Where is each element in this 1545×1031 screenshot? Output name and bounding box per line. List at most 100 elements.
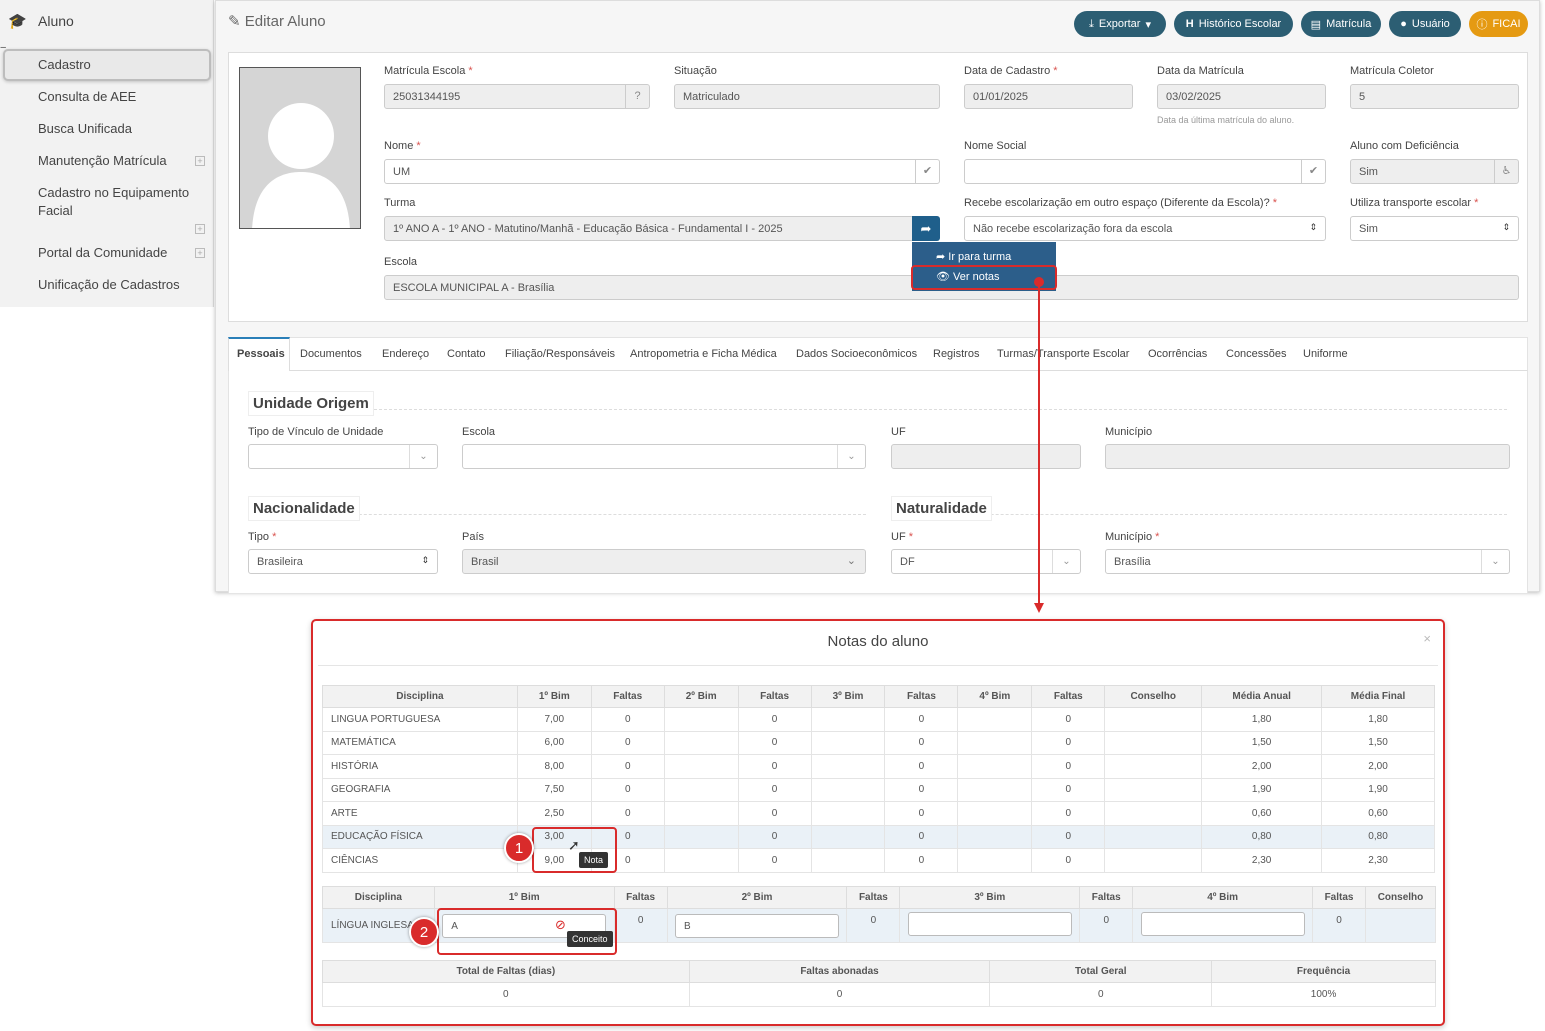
grade-cell xyxy=(957,730,1033,755)
caret-down-icon: ▾ xyxy=(1145,18,1151,31)
select-arrows-icon: ⇕ xyxy=(1502,222,1510,232)
tipo-select[interactable]: Brasileira ⇕ xyxy=(248,549,438,574)
modal-divider xyxy=(318,665,1438,666)
column-header: 1º Bim xyxy=(433,886,615,909)
tab-turmas-transporte[interactable]: Turmas/Transporte Escolar xyxy=(997,348,1129,360)
sidebar-item-manutencao-matricula[interactable]: Manutenção Matrícula xyxy=(38,153,167,168)
sidebar-item-consulta-aee[interactable]: Consulta de AEE xyxy=(38,89,136,104)
check-icon: ✔ xyxy=(915,160,939,183)
turma-field[interactable]: 1º ANO A - 1º ANO - Matutino/Manhã - Edu… xyxy=(384,216,914,241)
nat-uf-label: UF * xyxy=(891,531,914,543)
usuario-button[interactable]: ● Usuário xyxy=(1389,11,1461,37)
wheelchair-icon: ♿ xyxy=(1494,160,1518,183)
nota-tooltip: Nota xyxy=(579,852,609,868)
matricula-escola-label: Matrícula Escola * xyxy=(384,65,473,77)
tab-socioeconomicos[interactable]: Dados Socioeconômicos xyxy=(796,348,917,360)
turma-actions-button[interactable]: ➦ xyxy=(912,216,940,241)
outro-espaco-select[interactable]: Não recebe escolarização fora da escola … xyxy=(964,216,1326,241)
sidebar-item-unificacao-cadastros[interactable]: Unificação de Cadastros xyxy=(38,277,180,292)
historico-escolar-button[interactable]: H Histórico Escolar xyxy=(1174,11,1293,37)
matricula-coletor-label: Matrícula Coletor xyxy=(1350,65,1434,77)
nat-uf-select[interactable]: DF ⌄ xyxy=(891,549,1081,574)
sidebar-header[interactable]: 🎓 Aluno xyxy=(0,0,213,42)
sidebar-item-cadastro[interactable]: Cadastro xyxy=(38,57,91,72)
nome-social-field[interactable]: ✔ xyxy=(964,159,1326,184)
grade-cell xyxy=(957,707,1033,732)
grade-cell xyxy=(810,730,886,755)
grade-cell xyxy=(810,824,886,849)
nome-field[interactable]: UM ✔ xyxy=(384,159,940,184)
student-photo[interactable] xyxy=(239,67,361,229)
grade-cell xyxy=(1104,754,1203,779)
tab-contato[interactable]: Contato xyxy=(447,348,486,360)
tab-antropometria[interactable]: Antropometria e Ficha Médica xyxy=(630,348,777,360)
ficai-button[interactable]: ⓘ FICAI xyxy=(1469,11,1528,37)
tab-endereco[interactable]: Endereço xyxy=(382,348,429,360)
naturalidade-heading: Naturalidade xyxy=(891,496,992,521)
help-icon[interactable]: ? xyxy=(625,85,649,108)
sidebar-item-equipamento-facial[interactable]: Cadastro no Equipamento xyxy=(38,185,189,200)
grade-cell: 0 xyxy=(884,730,959,755)
sidebar-item-equipamento-facial-line2[interactable]: Facial xyxy=(38,203,73,218)
grade-cell: 0 xyxy=(884,824,959,849)
expand-icon[interactable]: + xyxy=(195,248,205,258)
sidebar-item-portal-comunidade[interactable]: Portal da Comunidade xyxy=(38,245,167,260)
tab-ocorrencias[interactable]: Ocorrências xyxy=(1148,348,1207,360)
ir-para-turma-item[interactable]: ➦ Ir para turma xyxy=(936,250,1011,263)
tab-uniforme[interactable]: Uniforme xyxy=(1303,348,1348,360)
data-matricula-field[interactable]: 03/02/2025 xyxy=(1157,84,1326,109)
matricula-escola-field[interactable]: 25031344195 ? xyxy=(384,84,650,109)
conceito-b2-input[interactable]: B xyxy=(675,913,839,938)
total-geral-cell: 0 xyxy=(989,982,1213,1007)
grade-cell: 0 xyxy=(590,707,665,732)
tab-registros[interactable]: Registros xyxy=(933,348,979,360)
escola-origem-select[interactable]: ⌄ xyxy=(462,444,866,469)
grade-cell xyxy=(663,848,739,873)
tab-panel-pessoais: Unidade Origem Tipo de Vínculo de Unidad… xyxy=(228,371,1528,593)
faltas-abonadas-cell: 0 xyxy=(688,982,991,1007)
tab-documentos[interactable]: Documentos xyxy=(300,348,362,360)
expand-icon[interactable]: + xyxy=(195,156,205,166)
disciplina-cell: HISTÓRIA xyxy=(322,754,518,779)
disciplina-cell: CIÊNCIAS xyxy=(322,848,518,873)
grade-cell: 0 xyxy=(737,848,812,873)
situacao-field[interactable]: Matriculado xyxy=(674,84,940,109)
grade-cell: 0 xyxy=(1031,848,1106,873)
tab-concessoes[interactable]: Concessões xyxy=(1226,348,1287,360)
data-cadastro-field[interactable]: 01/01/2025 xyxy=(964,84,1133,109)
tipo-vinculo-select[interactable]: ⌄ xyxy=(248,444,438,469)
conceito-b3-input[interactable] xyxy=(907,912,1072,936)
grade-cell: 0 xyxy=(590,801,665,826)
matricula-coletor-field[interactable]: 5 xyxy=(1350,84,1519,109)
grade-cell: 1,80 xyxy=(1201,707,1323,732)
user-icon: ● xyxy=(1400,18,1407,30)
exportar-button[interactable]: ⤓ Exportar ▾ xyxy=(1074,11,1166,37)
tabs-bar: Pessoais Documentos Endereço Contato Fil… xyxy=(228,337,1528,372)
matricula-button[interactable]: ▤ Matrícula xyxy=(1301,11,1381,37)
grade-cell: 0 xyxy=(590,730,665,755)
column-header: Conselho xyxy=(1364,886,1437,909)
municipio-origem-field[interactable] xyxy=(1105,444,1510,469)
tab-filiacao[interactable]: Filiação/Responsáveis xyxy=(505,348,615,360)
expand-icon[interactable]: + xyxy=(195,224,205,234)
grade-cell: 0 xyxy=(737,730,812,755)
grade-cell: 6,00 xyxy=(516,730,592,755)
tipo-vinculo-label: Tipo de Vínculo de Unidade xyxy=(248,426,384,438)
faltas-cell: 0 xyxy=(613,908,668,943)
column-header: Faltas xyxy=(1079,886,1134,909)
sidebar-item-busca-unificada[interactable]: Busca Unificada xyxy=(38,121,132,136)
pais-select[interactable]: Brasil ⌄ xyxy=(462,549,866,574)
grade-cell: 0 xyxy=(737,754,812,779)
deficiencia-field[interactable]: Sim ♿ xyxy=(1350,159,1519,184)
close-icon[interactable]: × xyxy=(1423,631,1431,646)
tab-pessoais[interactable]: Pessoais xyxy=(237,348,285,360)
conceito-b4-input[interactable] xyxy=(1140,912,1305,936)
grade-cell: 7,50 xyxy=(516,777,592,802)
grade-cell: 2,50 xyxy=(516,801,592,826)
notas-modal: Notas do aluno × Disciplina 1º Bim Falta… xyxy=(311,619,1445,1026)
nat-municipio-select[interactable]: Brasília ⌄ xyxy=(1105,549,1510,574)
transporte-select[interactable]: Sim ⇕ xyxy=(1350,216,1519,241)
uf-origem-field[interactable] xyxy=(891,444,1081,469)
conselho-cell xyxy=(1364,908,1437,943)
grade-cell: 0 xyxy=(737,801,812,826)
